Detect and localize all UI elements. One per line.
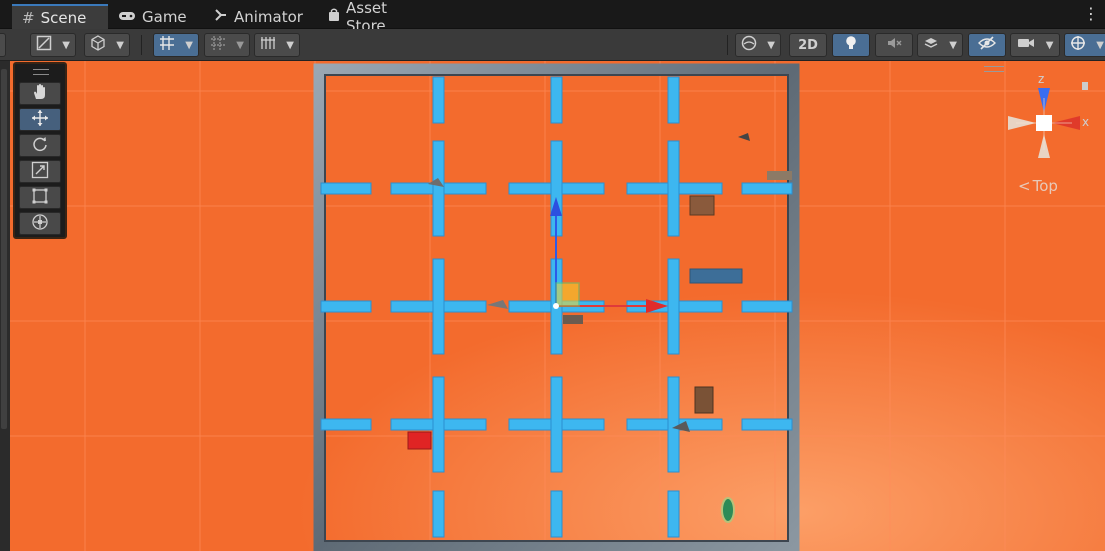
increment-snap-dropdown[interactable]: ▼	[204, 33, 250, 57]
gizmo-drag-handle[interactable]	[984, 66, 1004, 72]
scale-icon	[31, 161, 49, 183]
tab-animator-label: Animator	[234, 7, 303, 26]
tab-scene[interactable]: # Scene	[12, 4, 108, 29]
grid-icon	[260, 35, 276, 55]
chevron-down-icon: ▼	[1045, 39, 1054, 51]
chevron-down-icon: ▼	[116, 39, 124, 51]
view-label[interactable]: < Top	[1018, 177, 1058, 195]
chevron-down-icon: ▼	[286, 39, 294, 51]
scene-canvas	[0, 61, 1105, 551]
z-axis-label: z	[1038, 72, 1045, 86]
more-options-icon[interactable]: ⋮	[1083, 6, 1099, 22]
tab-scene-label: Scene	[40, 8, 87, 27]
tools-overlay	[13, 62, 67, 239]
tab-game-label: Game	[142, 7, 187, 26]
layers-icon	[923, 35, 939, 55]
hand-tool-button[interactable]	[19, 82, 61, 105]
animator-icon	[214, 8, 228, 26]
shaded-mode-icon	[36, 35, 52, 55]
tab-game[interactable]: Game	[108, 4, 196, 29]
chevron-down-icon: ▼	[767, 39, 775, 51]
render-mode-dropdown[interactable]: ▼	[84, 33, 130, 57]
grid-visibility-dropdown[interactable]: ▼	[254, 33, 300, 57]
tab-asset-store[interactable]: Asset Store	[318, 0, 440, 35]
hidden-objects-toggle-button[interactable]	[968, 33, 1006, 57]
mute-icon	[886, 35, 902, 55]
grid-snapping-dropdown[interactable]: ▼	[153, 33, 199, 57]
rotate-icon	[31, 135, 49, 157]
scrollbar[interactable]	[1, 69, 7, 429]
toolbar-divider	[727, 35, 728, 55]
increment-snap-icon	[210, 35, 226, 55]
eye-slash-icon	[978, 36, 996, 54]
scene-toolbar: ▼ ▼ ▼ ▼ ▼ ▼ 2D ▼ ▼ ▼	[0, 29, 1105, 61]
cube-icon	[90, 35, 106, 55]
chevron-down-icon: ▼	[185, 39, 193, 51]
view-label-text: Top	[1032, 177, 1058, 195]
drag-handle-icon[interactable]	[33, 69, 49, 75]
chevron-down-icon: ▼	[1096, 39, 1104, 51]
move-tool-button[interactable]	[19, 108, 61, 131]
lightbulb-icon	[844, 35, 858, 55]
bag-icon	[328, 8, 340, 26]
transform-icon	[31, 213, 49, 235]
grid-snap-icon	[159, 35, 175, 55]
hand-icon	[31, 83, 49, 105]
center-cube[interactable]	[1036, 115, 1052, 131]
chevron-left-icon: <	[1018, 177, 1031, 195]
sphere-icon	[741, 35, 757, 55]
lighting-toggle-button[interactable]	[832, 33, 870, 57]
toolbar-divider	[141, 35, 142, 55]
left-panel-edge	[0, 61, 10, 551]
rect-tool-button[interactable]	[19, 186, 61, 209]
scale-tool-button[interactable]	[19, 160, 61, 183]
chevron-down-icon: ▼	[236, 39, 244, 51]
lock-icon[interactable]	[1082, 82, 1088, 90]
x-axis-label: x	[1082, 115, 1090, 129]
camera-icon	[1017, 36, 1035, 54]
hash-icon: #	[22, 8, 35, 27]
chevron-down-icon: ▼	[949, 39, 957, 51]
gizmos-dropdown[interactable]: ▼	[1064, 33, 1105, 57]
scene-camera-dropdown[interactable]: ▼	[1010, 33, 1060, 57]
move-arrows-icon	[31, 109, 49, 131]
transform-tool-button[interactable]	[19, 212, 61, 235]
camera-mode-dropdown[interactable]: ▼	[735, 33, 781, 57]
audio-toggle-button[interactable]	[875, 33, 913, 57]
orientation-gizmo[interactable]: z x	[984, 66, 1096, 170]
draw-mode-dropdown[interactable]: ▼	[30, 33, 76, 57]
tab-animator[interactable]: Animator	[204, 4, 312, 29]
panel-edge-button[interactable]	[0, 33, 6, 57]
rotate-tool-button[interactable]	[19, 134, 61, 157]
editor-tab-bar: # Scene Game Animator Asset Store ⋮	[0, 0, 1105, 35]
gamepad-icon	[118, 8, 136, 26]
rect-transform-icon	[31, 187, 49, 209]
effects-dropdown[interactable]: ▼	[917, 33, 963, 57]
chevron-down-icon: ▼	[62, 39, 70, 51]
scene-viewport[interactable]	[0, 61, 1105, 551]
gizmo-icon	[1070, 35, 1086, 55]
toggle-2d-button[interactable]: 2D	[789, 33, 827, 57]
